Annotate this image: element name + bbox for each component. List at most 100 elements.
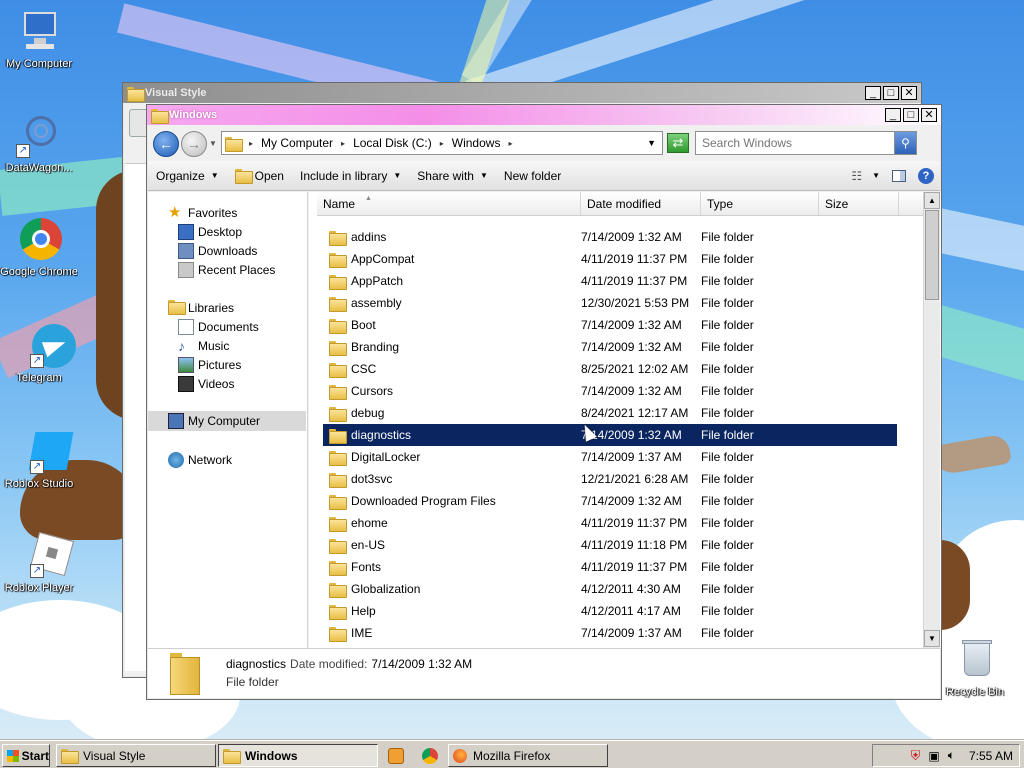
volume-icon[interactable]: 🔈︎ bbox=[948, 748, 955, 763]
nav-downloads[interactable]: Downloads bbox=[178, 242, 257, 260]
table-row[interactable]: AppPatch 4/11/2019 11:37 PM File folder bbox=[323, 270, 897, 292]
network-tray-icon[interactable]: ▣ bbox=[928, 749, 939, 763]
search-box[interactable]: ⚲ bbox=[695, 131, 917, 155]
task-label: Windows bbox=[245, 748, 298, 763]
table-row[interactable]: diagnostics 7/14/2009 1:32 AM File folder bbox=[323, 424, 897, 446]
table-row[interactable]: en-US 4/11/2019 11:18 PM File folder bbox=[323, 534, 897, 556]
organize-button[interactable]: Organize ▼ bbox=[148, 164, 227, 188]
new-folder-button[interactable]: New folder bbox=[496, 164, 569, 188]
desktop-icon-datawagon[interactable]: ↗ DataWagon... bbox=[0, 112, 78, 174]
breadcrumb-my-computer[interactable]: My Computer bbox=[257, 136, 337, 150]
change-view-button[interactable]: ☷ bbox=[847, 164, 866, 188]
include-in-library-button[interactable]: Include in library ▼ bbox=[292, 164, 409, 188]
table-row[interactable]: Globalization 4/12/2011 4:30 AM File folde… bbox=[323, 578, 897, 600]
scroll-down-button[interactable]: ▼ bbox=[924, 630, 940, 647]
nav-my-computer[interactable]: My Computer bbox=[148, 411, 306, 431]
start-button[interactable]: Start bbox=[2, 744, 50, 767]
security-warning-icon[interactable]: ⛨ bbox=[911, 748, 921, 764]
computer-icon bbox=[16, 8, 62, 54]
table-row[interactable]: DigitalLocker 7/14/2009 1:37 AM File folde… bbox=[323, 446, 897, 468]
scroll-up-button[interactable]: ▲ bbox=[924, 192, 940, 209]
maximize-button[interactable]: □ bbox=[883, 86, 899, 100]
file-date: 4/12/2011 4:30 AM bbox=[581, 582, 681, 596]
share-with-button[interactable]: Share with ▼ bbox=[409, 164, 496, 188]
table-row[interactable]: IME 7/14/2009 1:37 AM File folder bbox=[323, 622, 897, 644]
back-button[interactable]: ← bbox=[153, 131, 179, 157]
explorer-window[interactable]: Windows _ □ ✕ ← → ▼ ▸ My Computer ▸ Loca… bbox=[146, 104, 942, 700]
taskbar-item-visual-style[interactable]: Visual Style bbox=[56, 744, 216, 767]
column-header-size[interactable]: Size bbox=[819, 192, 899, 216]
maximize-button[interactable]: □ bbox=[903, 108, 919, 122]
scroll-thumb[interactable] bbox=[925, 210, 939, 300]
forward-button[interactable]: → bbox=[181, 131, 207, 157]
file-date: 8/24/2021 12:17 AM bbox=[581, 406, 689, 420]
view-options-button[interactable]: ▼ bbox=[866, 164, 886, 188]
nav-network[interactable]: Network bbox=[168, 451, 232, 469]
column-header-name[interactable]: Name ▲ bbox=[317, 192, 581, 216]
chevron-down-icon: ▼ bbox=[393, 171, 402, 180]
search-input[interactable] bbox=[696, 136, 894, 150]
table-row[interactable]: Boot 7/14/2009 1:32 AM File folder bbox=[323, 314, 897, 336]
title-bar[interactable]: Windows _ □ ✕ bbox=[147, 105, 941, 125]
taskbar-item-firefox[interactable]: Mozilla Firefox bbox=[448, 744, 608, 767]
minimize-button[interactable]: _ bbox=[865, 86, 881, 100]
desktop-icon-roblox-player[interactable]: ↗ Roblox Player bbox=[0, 531, 78, 594]
column-header-type[interactable]: Type bbox=[701, 192, 819, 216]
documents-icon bbox=[178, 319, 194, 335]
title-bar[interactable]: Visual Style _ □ ✕ bbox=[123, 83, 921, 103]
taskbar-item-windows[interactable]: Windows bbox=[218, 744, 378, 767]
preview-pane-button[interactable] bbox=[886, 164, 912, 188]
breadcrumb-local-disk[interactable]: Local Disk (C:) bbox=[349, 136, 436, 150]
clock[interactable]: 7:55 AM bbox=[969, 749, 1013, 763]
recent-pages-dropdown[interactable]: ▼ bbox=[209, 139, 217, 148]
table-row[interactable]: dot3svc 12/21/2021 6:28 AM File folder bbox=[323, 468, 897, 490]
nav-videos[interactable]: Videos bbox=[178, 375, 234, 393]
table-row[interactable]: Branding 7/14/2009 1:32 AM File folder bbox=[323, 336, 897, 358]
column-header-date[interactable]: Date modified bbox=[581, 192, 701, 216]
table-row[interactable]: AppCompat 4/11/2019 11:37 PM File folder bbox=[323, 248, 897, 270]
chevron-right-icon[interactable]: ▸ bbox=[341, 139, 345, 148]
media-player-icon[interactable] bbox=[388, 748, 404, 764]
nav-documents[interactable]: Documents bbox=[178, 318, 259, 336]
nav-music[interactable]: ♪ Music bbox=[178, 337, 229, 355]
chevron-right-icon[interactable]: ▸ bbox=[508, 139, 512, 148]
table-row[interactable]: Fonts 4/11/2019 11:37 PM File folder bbox=[323, 556, 897, 578]
table-row[interactable]: ehome 4/11/2019 11:37 PM File folder bbox=[323, 512, 897, 534]
chevron-right-icon[interactable]: ▸ bbox=[249, 139, 253, 148]
nav-recent-places[interactable]: Recent Places bbox=[178, 261, 275, 279]
breadcrumb-windows[interactable]: Windows bbox=[448, 136, 505, 150]
desktop-icon-recycle-bin[interactable]: Recycle Bin bbox=[936, 636, 1014, 698]
search-button[interactable]: ⚲ bbox=[894, 132, 916, 154]
table-row[interactable]: assembly 12/30/2021 5:53 PM File folder bbox=[323, 292, 897, 314]
chevron-right-icon[interactable]: ▸ bbox=[440, 139, 444, 148]
help-button[interactable]: ? bbox=[912, 164, 940, 188]
column-label: Size bbox=[825, 196, 849, 211]
refresh-button[interactable]: ⇄ bbox=[667, 133, 689, 153]
desktop-icon-roblox-studio[interactable]: ↗ Roblox Studio bbox=[0, 428, 78, 490]
table-row[interactable]: debug 8/24/2021 12:17 AM File folder bbox=[323, 402, 897, 424]
chrome-icon[interactable] bbox=[422, 748, 438, 764]
close-button[interactable]: ✕ bbox=[921, 108, 937, 122]
desktop-icon-my-computer[interactable]: My Computer bbox=[0, 8, 78, 70]
table-row[interactable]: Help 4/12/2011 4:17 AM File folder bbox=[323, 600, 897, 622]
nav-desktop[interactable]: Desktop bbox=[178, 223, 242, 241]
address-bar[interactable]: ▸ My Computer ▸ Local Disk (C:) ▸ Window… bbox=[221, 131, 663, 155]
table-row[interactable]: Cursors 7/14/2009 1:32 AM File folder bbox=[323, 380, 897, 402]
open-label: Open bbox=[254, 168, 284, 183]
desktop-icon-telegram[interactable]: ↗ Telegram bbox=[0, 322, 78, 384]
table-row[interactable]: CSC 8/25/2021 12:02 AM File folder bbox=[323, 358, 897, 380]
open-button[interactable]: Open bbox=[227, 164, 292, 188]
table-row[interactable]: addins 7/14/2009 1:32 AM File folder bbox=[323, 226, 897, 248]
nav-favorites[interactable]: ★ Favorites bbox=[168, 204, 237, 222]
nav-pictures[interactable]: Pictures bbox=[178, 356, 241, 374]
table-row[interactable]: Downloaded Program Files 7/14/2009 1:32 A… bbox=[323, 490, 897, 512]
nav-libraries[interactable]: Libraries bbox=[168, 299, 234, 317]
desktop-icon-label: Recycle Bin bbox=[945, 686, 1005, 698]
close-button[interactable]: ✕ bbox=[901, 86, 917, 100]
file-name: Globalization bbox=[351, 582, 421, 596]
vertical-scrollbar[interactable]: ▲ ▼ bbox=[923, 192, 940, 648]
minimize-button[interactable]: _ bbox=[885, 108, 901, 122]
desktop-icon-chrome[interactable]: Google Chrome bbox=[0, 216, 78, 278]
desktop-icon-label: Roblox Player bbox=[4, 582, 74, 594]
address-dropdown-icon[interactable]: ▼ bbox=[647, 138, 656, 148]
